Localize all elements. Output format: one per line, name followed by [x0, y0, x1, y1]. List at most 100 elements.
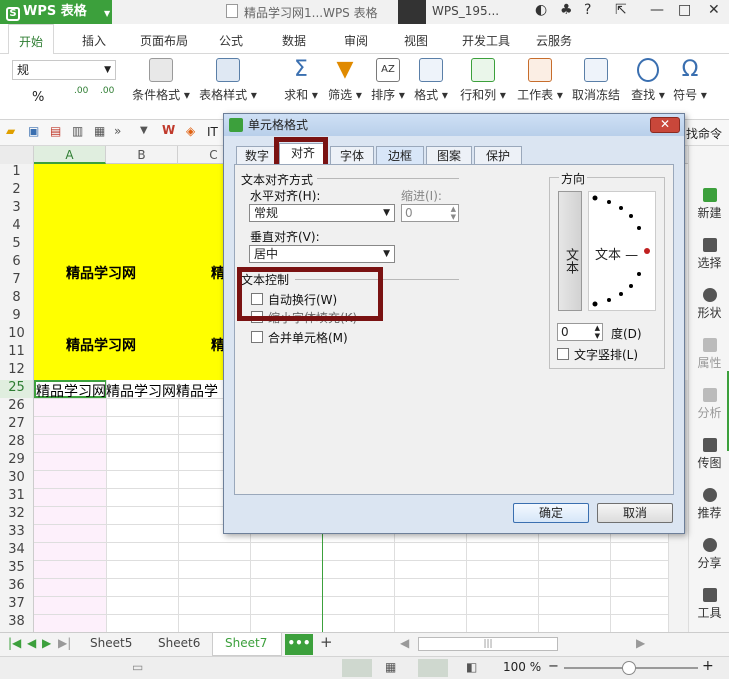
worksheet-button[interactable]: 工作表 ▾ [515, 58, 565, 103]
conditional-format-button[interactable]: 条件格式 ▾ [132, 58, 190, 103]
zoom-slider-thumb[interactable] [622, 661, 636, 675]
last-sheet-icon[interactable]: ▶| [58, 636, 71, 650]
decrease-decimal-icon[interactable]: .00 [100, 86, 114, 96]
tab-protection[interactable]: 保护 [474, 146, 522, 165]
horizontal-align-select[interactable]: 常规 ▼ [249, 204, 395, 222]
eye-protect-icon[interactable]: ◧ [466, 660, 477, 674]
row-header[interactable]: 31 [0, 488, 34, 506]
tab-sheet6[interactable]: Sheet6 [158, 636, 200, 650]
row-header[interactable]: 2 [0, 182, 34, 200]
row-header-active[interactable]: 25 [0, 380, 34, 398]
row-header[interactable]: 33 [0, 524, 34, 542]
cancel-button[interactable]: 取消 [597, 503, 673, 523]
rows-columns-button[interactable]: 行和列 ▾ [459, 58, 507, 103]
page-break-view-icon[interactable]: ▦ [385, 660, 396, 674]
tab-sheet5[interactable]: Sheet5 [90, 636, 132, 650]
unfreeze-button[interactable]: 取消冻结 [571, 58, 621, 103]
sidebar-item-upload-image[interactable]: 传图 [689, 438, 729, 471]
tab-review[interactable]: 审阅 [344, 24, 368, 54]
find-command[interactable]: 找命令 [686, 125, 722, 142]
wps-w-icon[interactable]: W [162, 123, 175, 137]
orientation-dial[interactable]: 文本 — [588, 191, 656, 311]
row-header[interactable]: 5 [0, 236, 34, 254]
filter-button[interactable]: ▼ 筛选 ▾ [328, 58, 362, 103]
row-header[interactable]: 9 [0, 308, 34, 326]
restore-ribbon-icon[interactable]: ⇱ [615, 2, 627, 18]
row-header[interactable]: 4 [0, 218, 34, 236]
save-icon[interactable]: ▣ [28, 124, 39, 138]
row-header[interactable]: 11 [0, 344, 34, 362]
shirt-icon[interactable]: ♣ [560, 2, 573, 18]
tab-cloud[interactable]: 云服务 [536, 24, 572, 54]
shop-icon[interactable]: ◈ [186, 124, 195, 138]
row-header[interactable]: 12 [0, 362, 34, 380]
row-header[interactable]: 30 [0, 470, 34, 488]
scroll-left-icon[interactable]: ◀ [400, 636, 409, 650]
row-header[interactable]: 32 [0, 506, 34, 524]
zoom-out-icon[interactable]: − [548, 659, 559, 674]
scroll-right-icon[interactable]: ▶ [636, 636, 645, 650]
chevron-down-icon[interactable]: ▼ [104, 9, 110, 18]
sort-button[interactable]: AZ 排序 ▾ [371, 58, 405, 103]
sidebar-item-shape[interactable]: 形状 [689, 288, 729, 321]
row-header[interactable]: 10 [0, 326, 34, 344]
more-sheets-button[interactable]: ••• [285, 634, 313, 655]
row-header[interactable]: 37 [0, 596, 34, 614]
row-header[interactable]: 1 [0, 164, 34, 182]
row-header[interactable]: 38 [0, 614, 34, 632]
row-header[interactable]: 3 [0, 200, 34, 218]
first-sheet-icon[interactable]: |◀ [8, 636, 21, 650]
more-icon[interactable]: » [114, 124, 121, 138]
close-icon[interactable]: ✕ [708, 2, 720, 18]
find-button[interactable]: 查找 ▾ [631, 58, 665, 103]
degrees-stepper[interactable]: 0 ▲ ▼ [557, 323, 603, 341]
format-button[interactable]: 格式 ▾ [414, 58, 448, 103]
column-header-b[interactable]: B [106, 146, 178, 164]
row-header[interactable]: 26 [0, 398, 34, 416]
maximize-icon[interactable]: □ [678, 2, 691, 18]
dialog-close-button[interactable]: ✕ [650, 117, 680, 133]
tab-data[interactable]: 数据 [282, 24, 306, 54]
sidebar-item-tools[interactable]: 工具 [689, 588, 729, 621]
row-header[interactable]: 8 [0, 290, 34, 308]
table-style-button[interactable]: 表格样式 ▾ [199, 58, 257, 103]
indent-stepper[interactable]: 0 ▲ ▼ [401, 204, 459, 222]
chevron-down-icon[interactable]: ▼ [140, 125, 148, 136]
merge-cells-checkbox[interactable] [251, 331, 263, 343]
tab-number[interactable]: 数字 [236, 146, 278, 165]
add-sheet-icon[interactable]: + [320, 633, 333, 651]
pdf-icon[interactable]: ▤ [50, 124, 61, 138]
wps-app-menu[interactable]: S WPS 表格 [0, 0, 112, 24]
row-header[interactable]: 28 [0, 434, 34, 452]
avatar[interactable] [398, 0, 426, 24]
row-header[interactable]: 36 [0, 578, 34, 596]
reading-view-icon[interactable] [418, 659, 448, 677]
percent-button[interactable]: % [32, 90, 44, 105]
sidebar-item-select[interactable]: 选择 [689, 238, 729, 271]
select-all-corner[interactable] [0, 146, 34, 164]
tab-font[interactable]: 字体 [330, 146, 374, 165]
sidebar-item-new[interactable]: 新建 [689, 188, 729, 221]
dialog-title-bar[interactable]: 单元格格式 [224, 114, 684, 136]
symbol-button[interactable]: Ω 符号 ▾ [673, 58, 707, 103]
row-header[interactable]: 7 [0, 272, 34, 290]
open-folder-icon[interactable]: ▰ [6, 124, 15, 138]
column-header-a[interactable]: A [34, 146, 106, 164]
horizontal-scrollbar-thumb[interactable]: ||| [418, 637, 558, 651]
preview-icon[interactable]: ▦ [94, 124, 105, 138]
tab-border[interactable]: 边框 [376, 146, 424, 165]
sidebar-item-analyze[interactable]: 分析 [689, 388, 729, 421]
tab-sheet7[interactable]: Sheet7 [225, 636, 267, 650]
row-header[interactable]: 27 [0, 416, 34, 434]
prev-sheet-icon[interactable]: ◀ [27, 636, 36, 650]
row-header[interactable]: 29 [0, 452, 34, 470]
print-icon[interactable]: ▥ [72, 124, 83, 138]
sidebar-item-share[interactable]: 分享 [689, 538, 729, 571]
vertical-text-button[interactable]: 文本 [558, 191, 582, 311]
sidebar-item-properties[interactable]: 属性 [689, 338, 729, 371]
row-header[interactable]: 6 [0, 254, 34, 272]
tab-developer[interactable]: 开发工具 [462, 24, 510, 54]
tab-insert[interactable]: 插入 [82, 24, 106, 54]
row-header[interactable]: 34 [0, 542, 34, 560]
ok-button[interactable]: 确定 [513, 503, 589, 523]
